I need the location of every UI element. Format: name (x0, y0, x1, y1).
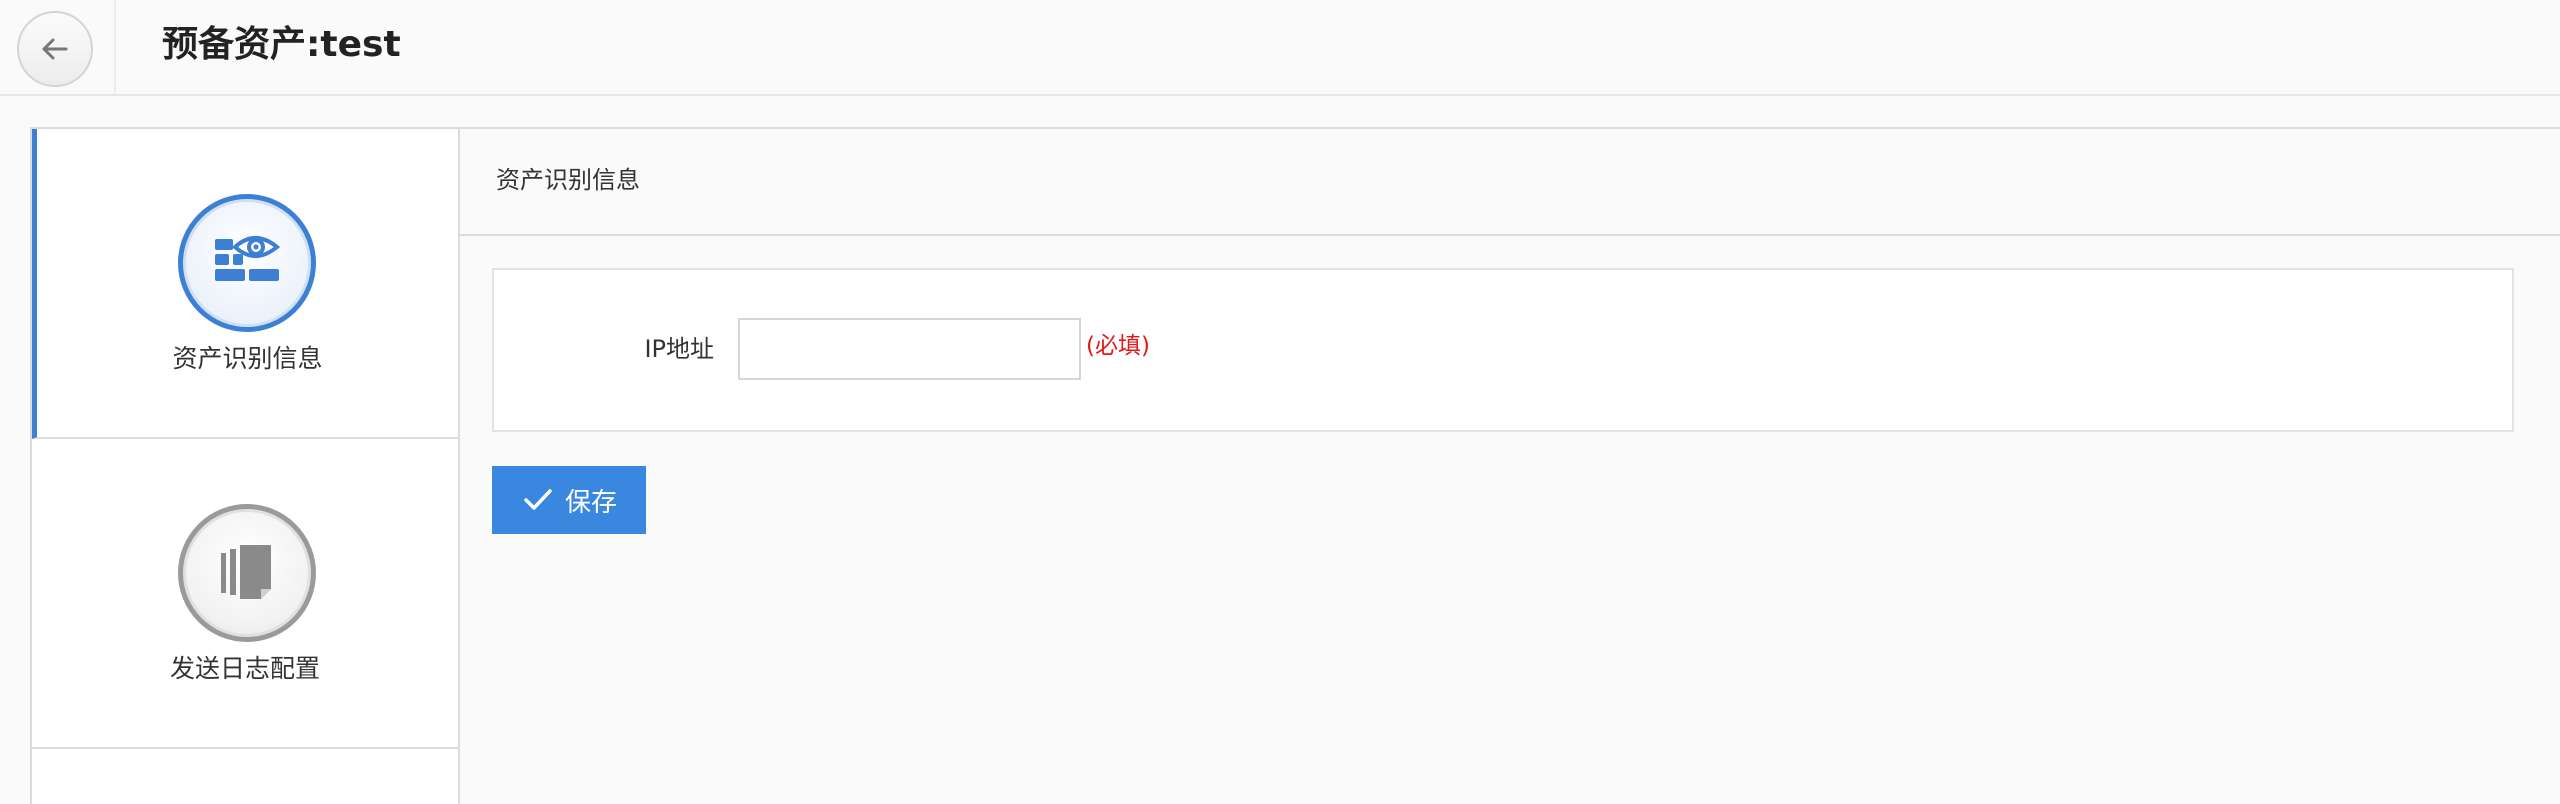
top-bar: 预备资产:test (0, 0, 2560, 96)
checkmark-icon (524, 489, 552, 510)
asset-identify-icon-circle (178, 194, 316, 332)
sidebar: 资产识别信息 发送日志配置 (32, 129, 460, 804)
log-config-icon-circle (178, 504, 316, 642)
asset-identify-form: IP地址 (必填) (492, 268, 2514, 432)
page-title: 预备资产:test (162, 24, 401, 65)
arrow-left-icon (42, 38, 68, 60)
sidebar-item-log-config[interactable]: 发送日志配置 (32, 439, 458, 749)
header-divider (114, 0, 116, 94)
sidebar-item-label: 发送日志配置 (169, 654, 320, 683)
sidebar-item-asset-identify[interactable]: 资产识别信息 (32, 129, 458, 439)
asset-identify-icon (215, 236, 281, 281)
ip-address-input[interactable] (738, 318, 1081, 380)
content-header (460, 129, 2560, 236)
save-button[interactable]: 保存 (492, 466, 646, 534)
asset-panel: 资产识别信息 发送日志配置 资产识别信息 IP地址 (必填) 保存 (30, 127, 2560, 804)
ip-address-label: IP地址 (644, 335, 714, 363)
section-title: 资产识别信息 (496, 166, 640, 194)
save-button-label: 保存 (564, 487, 617, 518)
sidebar-item-label: 资产识别信息 (172, 344, 323, 373)
log-config-icon (221, 545, 271, 599)
back-button[interactable] (17, 11, 93, 87)
required-indicator: (必填) (1086, 333, 1150, 359)
